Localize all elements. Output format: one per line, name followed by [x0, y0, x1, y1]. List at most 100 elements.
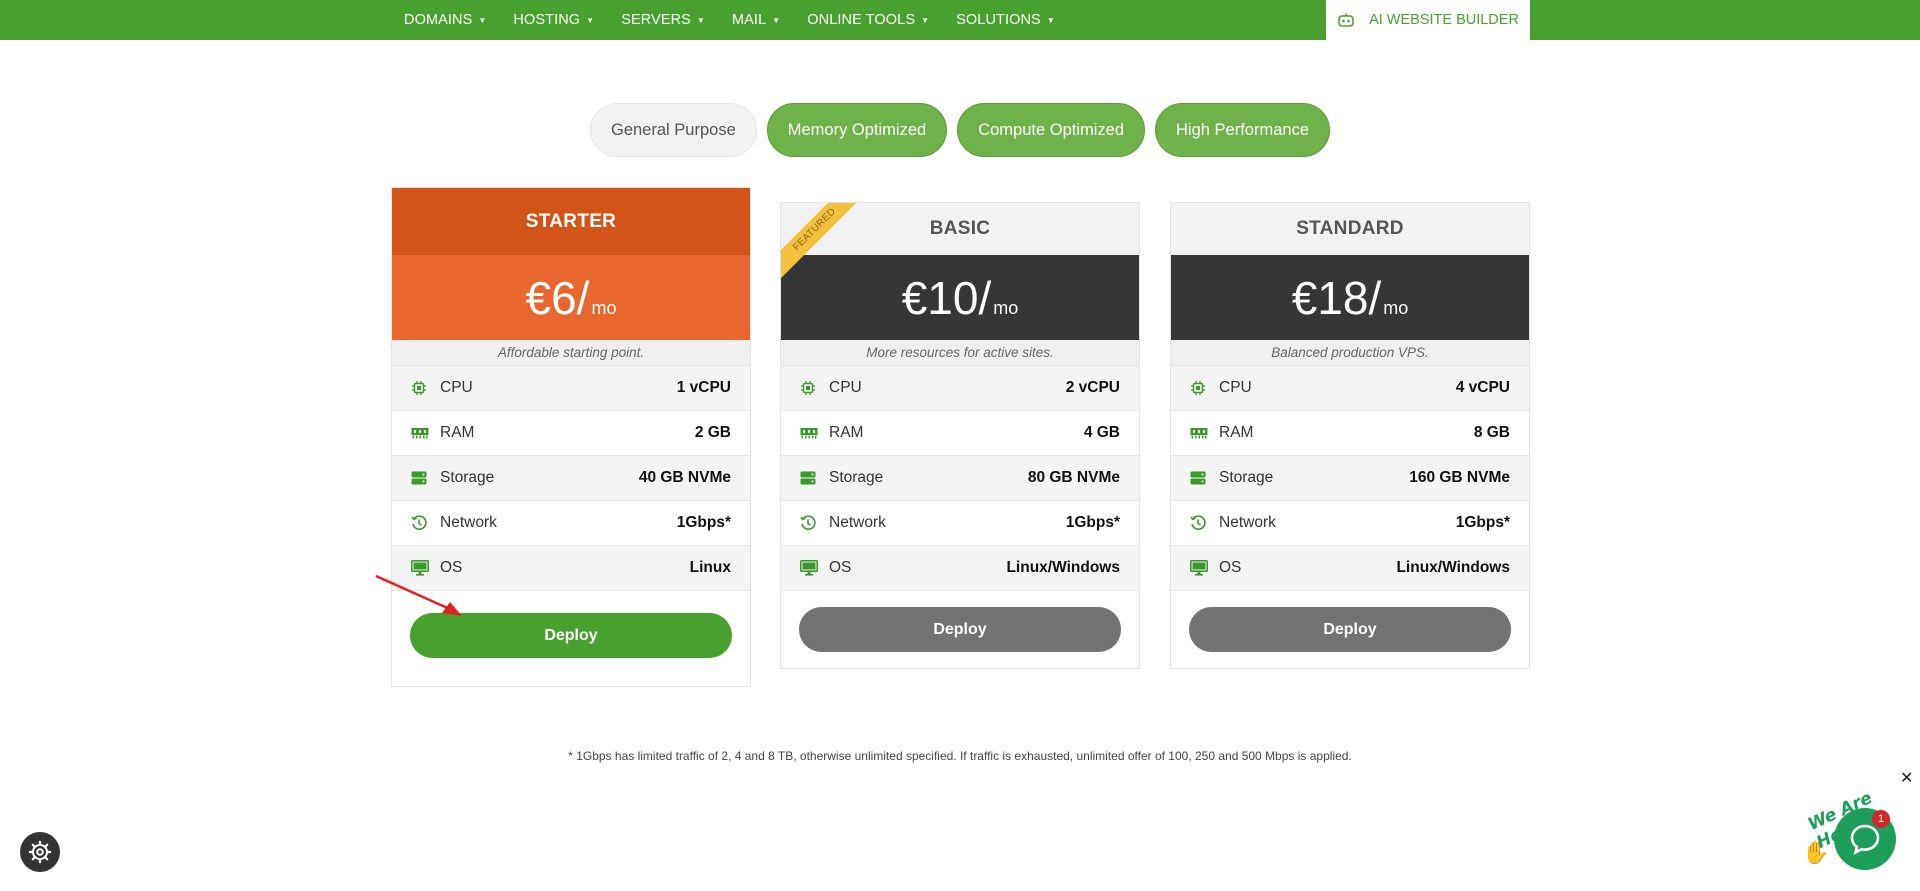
- feature-value: 4 GB: [1083, 424, 1120, 441]
- price-amount: €10/: [901, 271, 992, 324]
- nav-hosting[interactable]: HOSTING ▼: [513, 12, 594, 28]
- feature-label: Storage: [440, 469, 495, 486]
- red-arrow-icon: [375, 574, 462, 616]
- nav-label: SERVERS: [621, 12, 691, 28]
- feature-label: Network: [829, 514, 886, 531]
- storage-icon: [411, 470, 431, 486]
- featured-ribbon: FEATURED: [781, 203, 861, 283]
- feature-label: RAM: [440, 424, 475, 441]
- caret-down-icon: ▼: [696, 15, 705, 25]
- feature-row-os: OS Linux/Windows: [1171, 545, 1529, 590]
- network-icon: [411, 515, 431, 531]
- feature-row-network: Network 1Gbps*: [781, 500, 1139, 545]
- caret-down-icon: ▼: [586, 15, 595, 25]
- feature-value: 1Gbps*: [676, 514, 731, 531]
- feature-value: 1Gbps*: [1455, 514, 1510, 531]
- feature-value: 2 GB: [694, 424, 731, 441]
- feature-value: 80 GB NVMe: [1027, 469, 1120, 486]
- nav-domains[interactable]: DOMAINS ▼: [404, 12, 486, 28]
- ai-website-builder-link[interactable]: AI WEBSITE BUILDER: [1326, 0, 1530, 40]
- feature-label: Storage: [829, 469, 884, 486]
- feature-value: 4 vCPU: [1455, 379, 1510, 396]
- feature-value: Linux/Windows: [1396, 559, 1510, 576]
- feature-value: 8 GB: [1473, 424, 1510, 441]
- feature-row-storage: Storage 40 GB NVMe: [392, 455, 750, 500]
- nav-online-tools[interactable]: ONLINE TOOLS ▼: [807, 12, 929, 28]
- nav-solutions[interactable]: SOLUTIONS ▼: [956, 12, 1055, 28]
- pill-general-purpose[interactable]: General Purpose: [590, 103, 757, 157]
- plan-price: €18/mo: [1171, 255, 1529, 340]
- plan-tagline: More resources for active sites.: [781, 340, 1139, 365]
- top-nav-bar: DOMAINS ▼ HOSTING ▼ SERVERS ▼ MAIL ▼ ONLINE …: [0, 0, 1920, 40]
- nav-label: HOSTING: [513, 12, 581, 28]
- nav-servers[interactable]: SERVERS ▼: [621, 12, 705, 28]
- nav-label: MAIL: [731, 12, 767, 28]
- feature-row-cpu: CPU 2 vCPU: [781, 365, 1139, 410]
- feature-label: CPU: [829, 379, 862, 396]
- caret-down-icon: ▼: [1046, 15, 1055, 25]
- nav-label: SOLUTIONS: [956, 12, 1041, 28]
- category-filter: General Purpose Memory Optimized Compute…: [0, 103, 1920, 157]
- robot-icon: [1338, 13, 1354, 27]
- feature-label: CPU: [440, 379, 473, 396]
- price-period: mo: [1383, 298, 1409, 318]
- nav-label: DOMAINS: [404, 12, 473, 28]
- caret-down-icon: ▼: [921, 15, 930, 25]
- feature-value: Linux: [689, 559, 731, 576]
- network-icon: [800, 515, 820, 531]
- ribbon-label: FEATURED: [781, 203, 861, 280]
- price-amount: €6/: [525, 271, 590, 324]
- pill-memory-optimized[interactable]: Memory Optimized: [766, 103, 948, 157]
- caret-down-icon: ▼: [478, 15, 487, 25]
- builder-label: AI WEBSITE BUILDER: [1369, 12, 1519, 28]
- feature-row-network: Network 1Gbps*: [1171, 500, 1529, 545]
- price-period: mo: [591, 298, 617, 318]
- pill-compute-optimized[interactable]: Compute Optimized: [957, 103, 1146, 157]
- nav-mail[interactable]: MAIL ▼: [732, 12, 780, 28]
- storage-icon: [800, 470, 820, 486]
- cpu-icon: [1190, 380, 1210, 396]
- feature-row-os: OS Linux/Windows: [781, 545, 1139, 590]
- price-period: mo: [993, 298, 1019, 318]
- plan-card-standard: STANDARD €18/mo Balanced production VPS.…: [1170, 202, 1530, 669]
- storage-icon: [1190, 470, 1210, 486]
- deploy-button-basic[interactable]: Deploy: [799, 607, 1121, 652]
- feature-label: RAM: [1219, 424, 1254, 441]
- feature-label: OS: [440, 559, 463, 576]
- feature-label: Storage: [1219, 469, 1274, 486]
- ram-icon: [1190, 425, 1210, 441]
- feature-value: 1 vCPU: [676, 379, 731, 396]
- plan-name: STANDARD: [1171, 203, 1529, 255]
- cpu-icon: [411, 380, 431, 396]
- feature-label: RAM: [829, 424, 864, 441]
- chat-unread-badge: 1: [1872, 810, 1890, 828]
- main-nav: DOMAINS ▼ HOSTING ▼ SERVERS ▼ MAIL ▼ ONLINE …: [404, 0, 1082, 40]
- feature-label: Network: [440, 514, 497, 531]
- feature-label: OS: [1219, 559, 1242, 576]
- feature-value: Linux/Windows: [1006, 559, 1120, 576]
- deploy-button-standard[interactable]: Deploy: [1189, 607, 1511, 652]
- ram-icon: [800, 425, 820, 441]
- network-icon: [1190, 515, 1210, 531]
- plan-name: STARTER: [392, 188, 750, 255]
- plan-price: €6/mo: [392, 255, 750, 340]
- feature-row-cpu: CPU 1 vCPU: [392, 365, 750, 410]
- traffic-footnote: * 1Gbps has limited traffic of 2, 4 and …: [568, 749, 1352, 763]
- monitor-icon: [1190, 560, 1210, 576]
- pill-high-performance[interactable]: High Performance: [1155, 103, 1330, 157]
- feature-value: 40 GB NVMe: [638, 469, 731, 486]
- feature-label: OS: [829, 559, 852, 576]
- feature-row-storage: Storage 160 GB NVMe: [1171, 455, 1529, 500]
- nav-label: ONLINE TOOLS: [807, 12, 916, 28]
- ram-icon: [411, 425, 431, 441]
- gear-icon: [28, 840, 52, 864]
- cpu-icon: [800, 380, 820, 396]
- monitor-icon: [800, 560, 820, 576]
- caret-down-icon: ▼: [772, 15, 781, 25]
- cookie-settings-button[interactable]: [20, 832, 60, 872]
- feature-row-cpu: CPU 4 vCPU: [1171, 365, 1529, 410]
- feature-row-ram: RAM 4 GB: [781, 410, 1139, 455]
- feature-row-ram: RAM 8 GB: [1171, 410, 1529, 455]
- feature-value: 160 GB NVMe: [1409, 469, 1510, 486]
- feature-row-network: Network 1Gbps*: [392, 500, 750, 545]
